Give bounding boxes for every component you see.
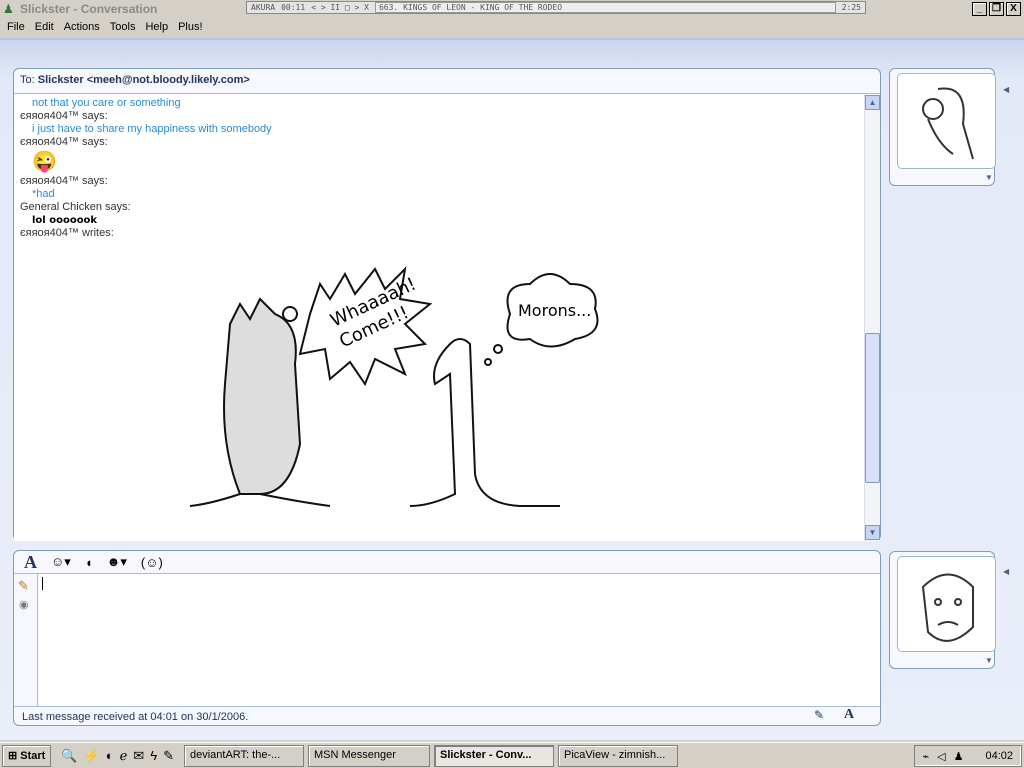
message-sender: General Chicken says: [20, 201, 131, 213]
flash-icon[interactable]: ϟ [150, 748, 157, 764]
media-player-bar[interactable]: AKURA 00:11 < > II □ > X 663. KINGS OF L… [246, 1, 866, 14]
player-track: 663. KINGS OF LEON - KING OF THE RODEO [374, 2, 836, 13]
firefox-icon[interactable]: ◐ [106, 748, 114, 764]
compose-panel: A ☺▾ ◖ ☻▾ (☺) ✎ ◉ Last message received … [13, 550, 881, 726]
message-sender: єяяоя404™ says: [20, 175, 108, 187]
start-label: Start [20, 749, 46, 762]
ink-icon[interactable]: ◉ [19, 598, 37, 611]
winamp-icon[interactable]: ⚡ [84, 748, 100, 764]
message-text: *had [32, 188, 55, 200]
contact-display-picture[interactable]: ▼ [889, 68, 996, 186]
message-input[interactable] [39, 574, 880, 706]
voice-clip-icon[interactable]: ◖ [85, 555, 93, 570]
emoticon-icon: 😜 [32, 151, 57, 173]
menu-file[interactable]: File [2, 18, 30, 38]
search-icon[interactable]: 🔍 [61, 748, 77, 764]
player-track-time: 2:25 [841, 3, 861, 12]
last-message-status: Last message received at 04:01 on 30/1/2… [22, 711, 249, 723]
tray-network-icon[interactable]: ⌁ [923, 750, 930, 763]
quick-launch: 🔍 ⚡ ◐ ℯ ✉ ϟ ✎ [55, 748, 180, 764]
title-bar: ♟ Slickster - Conversation AKURA 00:11 <… [0, 0, 1024, 18]
taskbar-item[interactable]: PicaView - zimnish... [557, 744, 678, 767]
clock: 04:02 [985, 749, 1013, 762]
minimize-button[interactable]: _ [972, 2, 987, 16]
scroll-thumb[interactable] [865, 333, 880, 483]
to-header: To: Slickster <meeh@not.bloody.likely.co… [14, 69, 880, 94]
taskbar-item[interactable]: Slickster - Conv... [433, 744, 554, 767]
status-bar: Last message received at 04:01 on 30/1/2… [14, 706, 880, 726]
scroll-down-button[interactable]: ▼ [865, 525, 880, 540]
player-controls[interactable]: < > II □ > X [311, 3, 369, 12]
compose-sidebar: ✎ ◉ [14, 574, 38, 706]
scroll-up-button[interactable]: ▲ [865, 95, 880, 110]
close-button[interactable]: X [1006, 2, 1021, 16]
player-name: AKURA [251, 3, 276, 12]
handwriting-icon[interactable]: ✎ [18, 578, 37, 594]
emoticon-icon[interactable]: ☺▾ [51, 554, 71, 570]
message-sender: єяяоя404™ says: [20, 136, 108, 148]
taskbar: ⊞ Start 🔍 ⚡ ◐ ℯ ✉ ϟ ✎ deviantART: the-..… [0, 742, 1024, 768]
conversation-panel: To: Slickster <meeh@not.bloody.likely.co… [13, 68, 881, 541]
type-tab-icon[interactable]: A [844, 707, 854, 723]
ink-thought-text: Morons... [518, 301, 591, 320]
message-history: not that you care or something єяяоя404™ … [14, 95, 864, 541]
ink-drawing: Whaaaah! Come!!! Morons... [189, 266, 599, 507]
my-avatar [897, 556, 996, 652]
collapse-arrow-icon[interactable]: ◀ [1003, 85, 1009, 94]
tray-msn-icon[interactable]: ♟ [954, 750, 964, 763]
menu-actions[interactable]: Actions [59, 18, 105, 38]
message-text: lol ooooook [32, 215, 98, 226]
menu-bar: File Edit Actions Tools Help Plus! [0, 18, 1024, 38]
contact-email: <meeh@not.bloody.likely.com> [86, 74, 250, 86]
message-text: not that you care or something [32, 97, 181, 109]
system-tray: ⌁ ◁ ♟ 04:02 [913, 744, 1022, 767]
taskbar-item[interactable]: MSN Messenger [307, 744, 430, 767]
menu-tools[interactable]: Tools [105, 18, 141, 38]
font-icon[interactable]: A [24, 552, 37, 573]
format-toolbar: A ☺▾ ◖ ☻▾ (☺) [14, 551, 880, 574]
outlook-icon[interactable]: ✉ [133, 748, 144, 764]
messenger-icon: ♟ [3, 2, 14, 16]
chevron-down-icon[interactable]: ▼ [985, 656, 993, 665]
tray-volume-icon[interactable]: ◁ [937, 750, 945, 763]
maximize-button[interactable]: ❐ [989, 2, 1004, 16]
chevron-down-icon[interactable]: ▼ [985, 173, 993, 182]
task-list: deviantART: the-... MSN Messenger Slickste… [183, 744, 678, 767]
contact-avatar [897, 73, 996, 169]
message-text: i just have to share my happiness with s… [32, 123, 272, 135]
history-scrollbar[interactable]: ▲ ▼ [864, 95, 880, 541]
player-time: 00:11 [281, 3, 306, 12]
notepad-icon[interactable]: ✎ [163, 748, 174, 764]
nudge-icon[interactable]: (☺) [141, 555, 163, 570]
menu-help[interactable]: Help [140, 18, 173, 38]
to-label: To: [20, 74, 35, 86]
menu-plus[interactable]: Plus! [173, 18, 207, 38]
wink-icon[interactable]: ☻▾ [107, 554, 127, 570]
menu-edit[interactable]: Edit [30, 18, 59, 38]
collapse-arrow-icon[interactable]: ◀ [1003, 567, 1009, 576]
ie-icon[interactable]: ℯ [120, 748, 128, 764]
contact-name: Slickster [37, 74, 84, 86]
window-title: Slickster - Conversation [20, 2, 158, 16]
message-text: 😜 [20, 149, 858, 175]
message-sender: єяяоя404™ says: [20, 110, 108, 122]
start-button[interactable]: ⊞ Start [2, 744, 52, 767]
my-display-picture[interactable]: ▼ [889, 551, 996, 669]
handwrite-tab-icon[interactable]: ✎ [814, 708, 824, 722]
message-sender: єяяоя404™ writes: [20, 227, 114, 239]
message-list: not that you care or something єяяоя404™ … [20, 97, 858, 240]
taskbar-item[interactable]: deviantART: the-... [183, 744, 304, 767]
